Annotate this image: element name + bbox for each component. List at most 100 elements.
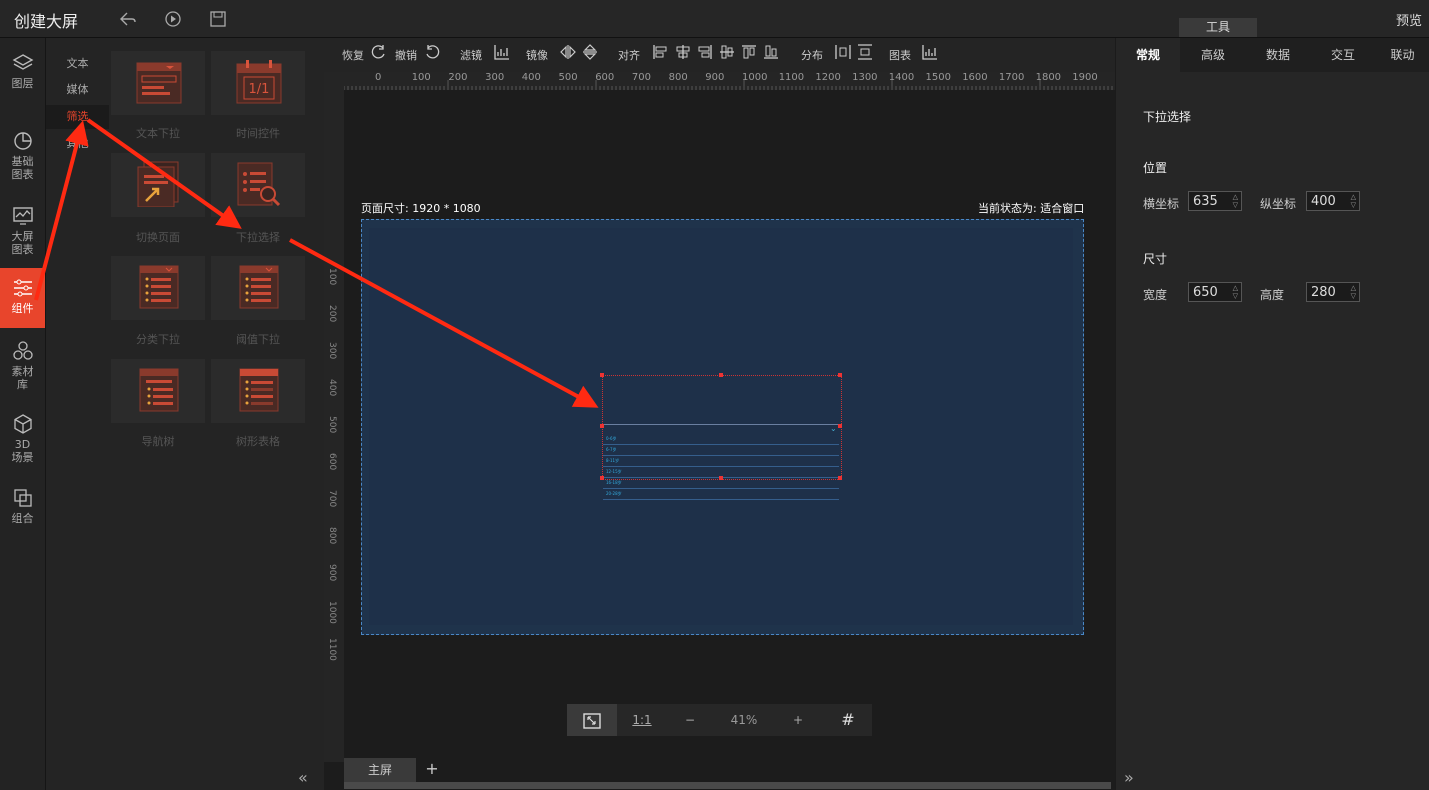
spinner-arrows-icon[interactable]: △ ▽: [1233, 193, 1238, 209]
resize-handle[interactable]: [600, 476, 604, 480]
nav-layers[interactable]: 图层: [0, 52, 45, 90]
resize-handle[interactable]: [838, 424, 842, 428]
align-right-icon[interactable]: [697, 44, 713, 63]
ruler-tick-label: 1700: [998, 72, 1025, 83]
distribute-button[interactable]: 分布: [801, 47, 823, 63]
category-other[interactable]: 其他: [46, 132, 109, 156]
flip-vertical-icon[interactable]: [582, 44, 598, 63]
nav-group[interactable]: 组合: [0, 487, 45, 525]
tile-text-dropdown[interactable]: [111, 51, 205, 115]
nav-basic-charts[interactable]: 基础 图表: [0, 130, 45, 181]
collapse-right-icon[interactable]: »: [1124, 768, 1134, 787]
ruler-left-tick-label: 1100: [327, 638, 337, 661]
ruler-tick-label: 1200: [815, 72, 841, 83]
add-screen-button[interactable]: +: [422, 758, 442, 782]
distribute-horizontal-icon[interactable]: [835, 44, 851, 63]
tile-threshold-dropdown[interactable]: [211, 256, 305, 320]
resize-handle[interactable]: [838, 476, 842, 480]
nav-components[interactable]: 组件: [0, 268, 45, 328]
chart-icon[interactable]: [922, 44, 938, 63]
monitor-chart-icon: [12, 207, 33, 225]
tile-nav-tree[interactable]: [111, 359, 205, 423]
align-top-icon[interactable]: [719, 44, 735, 63]
ruler-tick-label: 800: [668, 72, 688, 83]
category-media[interactable]: 媒体: [46, 78, 109, 102]
tab-data[interactable]: 数据: [1246, 38, 1310, 72]
collapse-left-icon[interactable]: «: [298, 768, 308, 787]
height-input[interactable]: 280 △ ▽: [1306, 282, 1360, 302]
ruler-tick-label: 500: [558, 72, 578, 83]
horizontal-scrollbar[interactable]: [344, 782, 1111, 789]
current-state-label: 当前状态为: 适合窗口: [978, 202, 1085, 215]
mirror-button[interactable]: 镜像: [526, 47, 548, 63]
tab-linkage[interactable]: 联动: [1376, 38, 1429, 72]
tab-main-screen[interactable]: 主屏: [344, 758, 416, 782]
nav-3d-scene[interactable]: 3D 场景: [0, 413, 45, 464]
align-left-icon[interactable]: [652, 44, 668, 63]
tile-label: 阈值下拉: [236, 333, 280, 346]
x-input[interactable]: 635 △ ▽: [1188, 191, 1242, 211]
ruler-tick-label: 1800: [1035, 72, 1062, 83]
redo-icon[interactable]: [371, 44, 387, 63]
grid-toggle-icon[interactable]: #: [825, 704, 871, 736]
zoom-in-button[interactable]: +: [776, 704, 820, 736]
tab-advanced[interactable]: 高级: [1181, 38, 1245, 72]
dropdown-chevron-icon[interactable]: ⌄: [830, 424, 837, 433]
fit-window-icon[interactable]: [567, 704, 617, 736]
height-label: 高度: [1260, 288, 1285, 302]
undo-button[interactable]: 撤销: [395, 47, 417, 63]
tab-general[interactable]: 常规: [1116, 38, 1180, 72]
resize-handle[interactable]: [719, 373, 723, 377]
flip-horizontal-icon[interactable]: [560, 44, 576, 63]
undo-icon[interactable]: [424, 44, 440, 63]
tile-time-control[interactable]: 1/1: [211, 51, 305, 115]
y-label: 纵坐标: [1260, 197, 1297, 211]
tile-switch-page[interactable]: [111, 153, 205, 217]
nav-label: 素材: [11, 365, 34, 378]
y-input[interactable]: 400 △ ▽: [1306, 191, 1360, 211]
align-center-icon[interactable]: [675, 44, 691, 63]
align-button[interactable]: 对齐: [618, 47, 640, 63]
preview-button[interactable]: 预览: [1396, 10, 1422, 29]
distribute-vertical-icon[interactable]: [857, 44, 873, 63]
resize-handle[interactable]: [719, 476, 723, 480]
nav-tree-icon: [139, 368, 179, 412]
spinner-arrows-icon[interactable]: △ ▽: [1351, 284, 1356, 300]
tile-dropdown-select[interactable]: [211, 153, 305, 217]
resize-handle[interactable]: [838, 373, 842, 377]
group-icon: [13, 489, 32, 507]
spinner-arrows-icon[interactable]: △ ▽: [1233, 284, 1238, 300]
app-title: 创建大屏: [14, 12, 79, 31]
zoom-out-button[interactable]: −: [668, 704, 712, 736]
filter-chart-icon[interactable]: [494, 44, 510, 63]
tools-tab[interactable]: 工具: [1179, 18, 1257, 37]
resize-handle[interactable]: [600, 424, 604, 428]
chart-button[interactable]: 图表: [889, 47, 911, 63]
back-icon[interactable]: [118, 9, 138, 29]
save-icon[interactable]: [208, 9, 228, 29]
width-input[interactable]: 650 △ ▽: [1188, 282, 1242, 302]
align-middle-icon[interactable]: [741, 44, 757, 63]
spinner-arrows-icon[interactable]: △ ▽: [1351, 193, 1356, 209]
redo-button[interactable]: 恢复: [342, 47, 364, 63]
align-bottom-icon[interactable]: [763, 44, 779, 63]
ruler-tick-label: 1500: [925, 72, 951, 83]
tab-interaction[interactable]: 交互: [1311, 38, 1375, 72]
zoom-1to1-button[interactable]: 1:1: [620, 704, 664, 736]
tile-label: 导航树: [141, 435, 175, 448]
nav-materials[interactable]: 素材 库: [0, 340, 45, 391]
category-text[interactable]: 文本: [46, 52, 109, 76]
tile-category-dropdown[interactable]: [111, 256, 205, 320]
nav-screen-charts[interactable]: 大屏 图表: [0, 205, 45, 256]
resize-handle[interactable]: [600, 373, 604, 377]
dropdown-option[interactable]: 8-11岁: [603, 456, 839, 467]
dropdown-option[interactable]: 20-28岁: [603, 489, 839, 500]
ruler-tick-label: 1300: [852, 72, 878, 83]
dropdown-option[interactable]: 6-7岁: [603, 445, 839, 456]
calendar-icon: 1/1: [236, 60, 282, 104]
filter-button[interactable]: 滤镜: [460, 47, 482, 63]
play-icon[interactable]: [163, 9, 183, 29]
dropdown-option[interactable]: 0-6岁: [603, 434, 839, 445]
category-filter[interactable]: 筛选: [46, 105, 109, 129]
tile-tree-table[interactable]: [211, 359, 305, 423]
